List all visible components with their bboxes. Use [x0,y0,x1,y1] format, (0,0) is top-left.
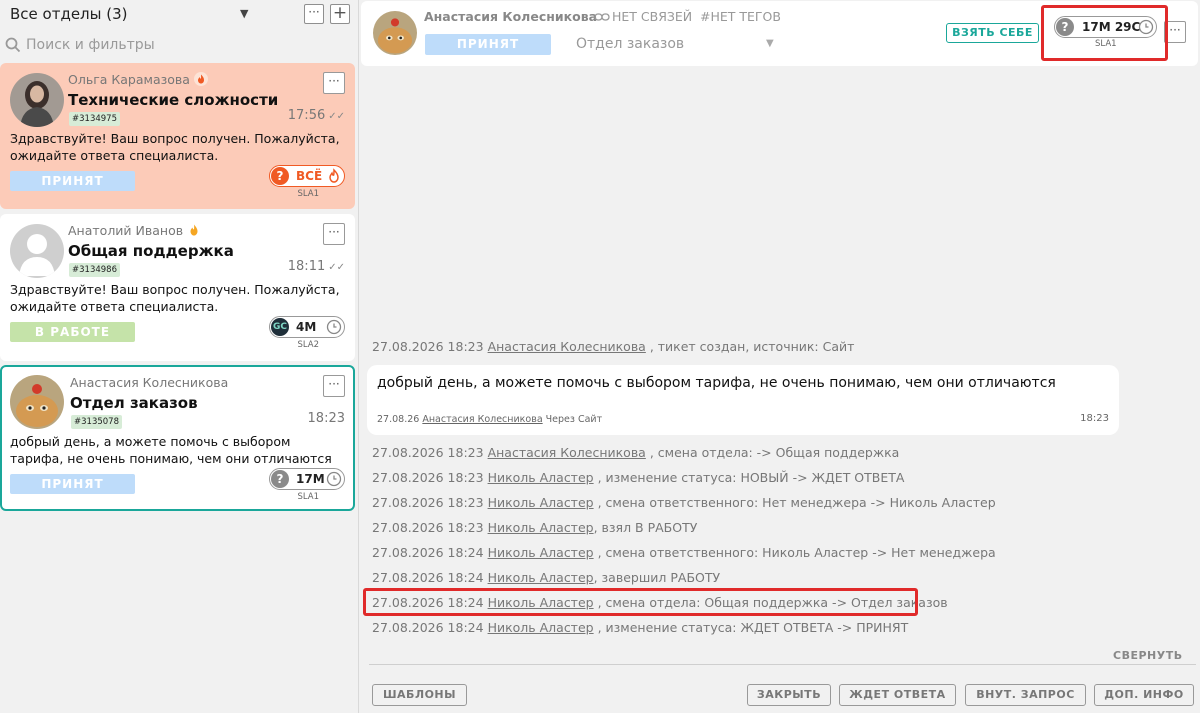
event-line: 27.08.2026 18:23 Николь Аластер , измене… [372,470,905,485]
ticket-sidebar: Все отделы (3) ▼ ··· + Ольга Карамазова … [0,0,359,713]
sla-value: 4М [296,320,317,334]
double-check-icon: ✓✓ [328,111,345,122]
ticket-id-badge: #3135078 [71,415,122,429]
sla-timer: GC 4М [269,316,345,338]
event-line: 27.08.2026 18:23 Николь Аластер , смена … [372,495,996,510]
caret-down-icon[interactable]: ▼ [240,7,248,20]
ticket-id-badge: #3134975 [69,112,120,126]
department-filter[interactable]: Все отделы (3) [10,5,128,23]
sidebar-header: Все отделы (3) ▼ ··· + [0,0,359,30]
event-line: 27.08.2026 18:24 Николь Аластер, заверши… [372,570,721,585]
templates-button[interactable]: ШАБЛОНЫ [372,684,467,706]
ticket-card-2[interactable]: Анатолий Иванов Общая поддержка #3134986… [0,214,355,361]
message-text: добрый день, а можете помочь с выбором т… [377,375,1056,391]
internal-request-button[interactable]: ВНУТ. ЗАПРОС [965,684,1086,706]
sla-value: ВСЁ [296,169,323,183]
message-meta: 27.08.26 Анастасия Колесникова Через Сай… [377,414,603,425]
add-ticket-button[interactable]: + [330,4,350,24]
ticket-time: 18:23 [307,411,345,426]
message-bubble: добрый день, а можете помочь с выбором т… [367,365,1119,435]
question-icon: ? [271,470,289,488]
event-line: 27.08.2026 18:24 Николь Аластер , смена … [372,545,996,560]
fire-icon [190,224,198,236]
sidebar-more-button[interactable]: ··· [304,4,324,24]
highlight-box [363,588,918,616]
wait-response-button[interactable]: ЖДЕТ ОТВЕТА [839,684,956,706]
ticket-time: 17:56 ✓✓ [287,108,345,123]
ticket-card-1[interactable]: Ольга Карамазова Технические сложности #… [0,63,355,209]
collapse-button[interactable]: СВЕРНУТЬ [1113,649,1183,662]
card-more-button[interactable]: ··· [323,223,345,245]
user-link[interactable]: Николь Аластер [488,545,594,560]
avatar [10,375,64,429]
sla-timer: ? ВСЁ [269,165,345,187]
user-link[interactable]: Николь Аластер [488,495,594,510]
avatar [10,73,64,127]
customer-name: Анастасия Колесникова [70,375,229,390]
sla-label: SLA1 [297,189,319,199]
event-line: 27.08.2026 18:23 Анастасия Колесникова ,… [372,445,900,460]
event-line: 27.08.2026 18:23 Анастасия Колесникова ,… [372,339,855,354]
ticket-topic: Общая поддержка [68,242,234,260]
ticket-card-3[interactable]: Анастасия Колесникова Отдел заказов #313… [0,365,355,511]
customer-name: Ольга Карамазова [68,72,208,87]
divider [369,664,1196,665]
user-link[interactable]: Анастасия Колесникова [488,339,646,354]
message-preview: добрый день, а можете помочь с выбором т… [10,434,332,466]
customer-name: Анатолий Иванов [68,223,201,238]
fire-icon [193,72,208,86]
user-link[interactable]: Николь Аластер [488,520,594,535]
double-check-icon: ✓✓ [328,262,345,273]
message-preview: Здравствуйте! Ваш вопрос получен. Пожалу… [10,131,340,163]
extra-info-button[interactable]: ДОП. ИНФО [1094,684,1194,706]
event-line: 27.08.2026 18:23 Николь Аластер, взял В … [372,520,698,535]
ticket-topic: Технические сложности [68,91,279,109]
event-line: 27.08.2026 18:24 Николь Аластер , измене… [372,620,909,635]
close-ticket-button[interactable]: ЗАКРЫТЬ [747,684,831,706]
user-link[interactable]: Анастасия Колесникова [422,414,542,425]
ticket-topic: Отдел заказов [70,394,198,412]
message-time: 18:23 [1080,413,1109,424]
card-more-button[interactable]: ··· [323,375,345,397]
gc-badge: GC [271,318,289,336]
search-input[interactable] [26,34,346,56]
clock-icon [326,319,342,335]
user-link[interactable]: Николь Аластер [488,570,594,585]
ticket-time: 18:11 ✓✓ [287,259,345,274]
status-badge: ПРИНЯТ [10,171,135,191]
message-preview: Здравствуйте! Ваш вопрос получен. Пожалу… [10,282,340,314]
user-link[interactable]: Анастасия Колесникова [488,445,646,460]
card-more-button[interactable]: ··· [323,72,345,94]
clock-icon [326,471,342,487]
sla-value: 17М [296,472,325,486]
avatar [10,224,64,278]
search-icon [5,37,21,53]
status-badge: В РАБОТЕ [10,322,135,342]
search-bar [0,32,359,58]
question-icon: ? [271,167,289,185]
sla-timer: ? 17М [269,468,345,490]
ticket-id-badge: #3134986 [69,263,120,277]
user-link[interactable]: Николь Аластер [488,470,594,485]
fire-icon [329,168,339,183]
sla-label: SLA2 [297,340,319,350]
user-link[interactable]: Николь Аластер [488,620,594,635]
status-badge: ПРИНЯТ [10,474,135,494]
sla-label: SLA1 [297,492,319,502]
